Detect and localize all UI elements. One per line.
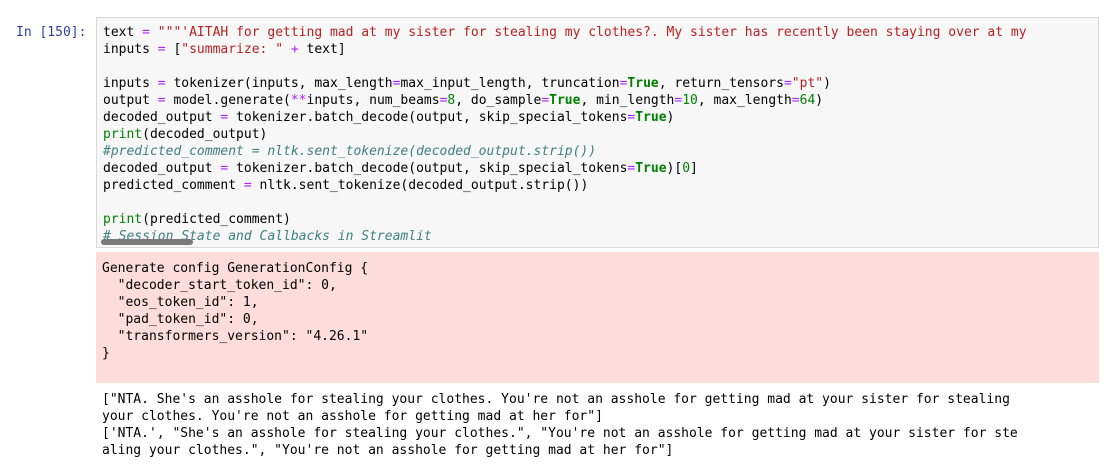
code-token: #predicted_comment = nltk.sent_tokenize(… bbox=[103, 144, 597, 159]
code-token: = bbox=[157, 76, 166, 91]
stderr-output: Generate config GenerationConfig { "deco… bbox=[96, 252, 1099, 383]
code-token: , do_sample bbox=[455, 93, 542, 108]
code-token: , return_tensors bbox=[658, 76, 784, 91]
code-token: )[ bbox=[666, 161, 683, 176]
horizontal-scrollbar[interactable] bbox=[101, 239, 193, 245]
code-token: ** bbox=[290, 93, 307, 108]
output-line: ["NTA. She's an asshole for stealing you… bbox=[102, 392, 1010, 407]
code-token: output bbox=[103, 93, 158, 108]
code-token: ) bbox=[666, 110, 675, 125]
code-token: True bbox=[627, 76, 659, 91]
code-token: ) bbox=[823, 76, 831, 91]
code-token: ] bbox=[690, 161, 698, 176]
output-line: Generate config GenerationConfig { bbox=[102, 261, 369, 276]
code-cell-input[interactable]: text = """'AITAH for getting mad at my s… bbox=[96, 17, 1099, 248]
code-token: print bbox=[103, 212, 143, 227]
code-token: 64 bbox=[799, 93, 816, 108]
code-line: text = """'AITAH for getting mad at my s… bbox=[103, 24, 1027, 41]
code-token: predicted_comment bbox=[103, 178, 244, 193]
code-line: print(decoded_output) bbox=[103, 126, 1027, 143]
code-token: inputs, num_beams bbox=[306, 93, 440, 108]
code-token: tokenizer.batch_decode(output, skip_spec… bbox=[228, 110, 628, 125]
code-token: decoded_output bbox=[103, 161, 221, 176]
code-token: text bbox=[103, 25, 143, 40]
output-line: your clothes. You're not an asshole for … bbox=[102, 409, 603, 424]
code-token: (predicted_comment) bbox=[142, 212, 291, 227]
code-token: (decoded_output) bbox=[142, 127, 268, 142]
code-token: = bbox=[157, 93, 166, 108]
output-line: "decoder_start_token_id": 0, bbox=[102, 278, 337, 293]
code-token: True bbox=[635, 110, 667, 125]
code-token: = bbox=[791, 93, 800, 108]
code-line: output = model.generate(**inputs, num_be… bbox=[103, 92, 1027, 109]
code-token: max_input_length, truncation bbox=[400, 76, 620, 91]
code-token: True bbox=[549, 93, 581, 108]
stdout-text: ["NTA. She's an asshole for stealing you… bbox=[102, 391, 1018, 459]
code-line: # Session State and Callbacks in Streaml… bbox=[103, 228, 1027, 245]
stderr-text: Generate config GenerationConfig { "deco… bbox=[102, 260, 368, 362]
code-token: text] bbox=[298, 42, 346, 57]
code-token: 10 bbox=[682, 93, 698, 108]
code-token: = bbox=[142, 25, 150, 40]
code-token: nltk.sent_tokenize(decoded_output.strip(… bbox=[251, 178, 589, 193]
code-line: decoded_output = tokenizer.batch_decode(… bbox=[103, 160, 1027, 177]
code-line: #predicted_comment = nltk.sent_tokenize(… bbox=[103, 143, 1027, 160]
output-line: aling your clothes.", "You're not an ass… bbox=[102, 443, 674, 458]
output-line: "pad_token_id": 0, bbox=[102, 312, 259, 327]
code-token: inputs bbox=[103, 42, 158, 57]
code-token: 0 bbox=[682, 161, 691, 176]
code-token: , min_length bbox=[580, 93, 675, 108]
code-token: "summarize: " bbox=[181, 42, 284, 57]
code-token: decoded_output bbox=[103, 110, 221, 125]
output-line: "eos_token_id": 1, bbox=[102, 295, 259, 310]
code-token: + bbox=[290, 42, 299, 57]
code-token: , max_length bbox=[697, 93, 792, 108]
code-token: print bbox=[103, 127, 143, 142]
code-editor[interactable]: text = """'AITAH for getting mad at my s… bbox=[103, 24, 1027, 245]
code-token: inputs bbox=[103, 76, 158, 91]
code-line: inputs = tokenizer(inputs, max_length=ma… bbox=[103, 75, 1027, 92]
code-token: tokenizer(inputs, max_length bbox=[165, 76, 393, 91]
code-token: tokenizer.batch_decode(output, skip_spec… bbox=[228, 161, 628, 176]
cell-prompt: In [150]: bbox=[16, 25, 87, 40]
code-token: = bbox=[783, 76, 792, 91]
code-token: """'AITAH for getting mad at my sister f… bbox=[157, 25, 1027, 40]
code-token: = bbox=[243, 178, 252, 193]
code-line: print(predicted_comment) bbox=[103, 211, 1027, 228]
stdout-output: ["NTA. She's an asshole for stealing you… bbox=[96, 383, 1099, 465]
code-token: = bbox=[541, 93, 550, 108]
code-token: = bbox=[157, 42, 166, 57]
code-token: model.generate( bbox=[165, 93, 291, 108]
code-token: "pt" bbox=[791, 76, 824, 91]
code-line: decoded_output = tokenizer.batch_decode(… bbox=[103, 109, 1027, 126]
code-token: True bbox=[635, 161, 667, 176]
output-line: "transformers_version": "4.26.1" bbox=[102, 329, 369, 344]
code-line: inputs = ["summarize: " + text] bbox=[103, 41, 1027, 58]
code-token: [ bbox=[165, 42, 182, 57]
output-line: } bbox=[102, 346, 110, 361]
output-line: ['NTA.', "She's an asshole for stealing … bbox=[102, 426, 1018, 441]
code-line: predicted_comment = nltk.sent_tokenize(d… bbox=[103, 177, 1027, 194]
code-token: ) bbox=[815, 93, 824, 108]
